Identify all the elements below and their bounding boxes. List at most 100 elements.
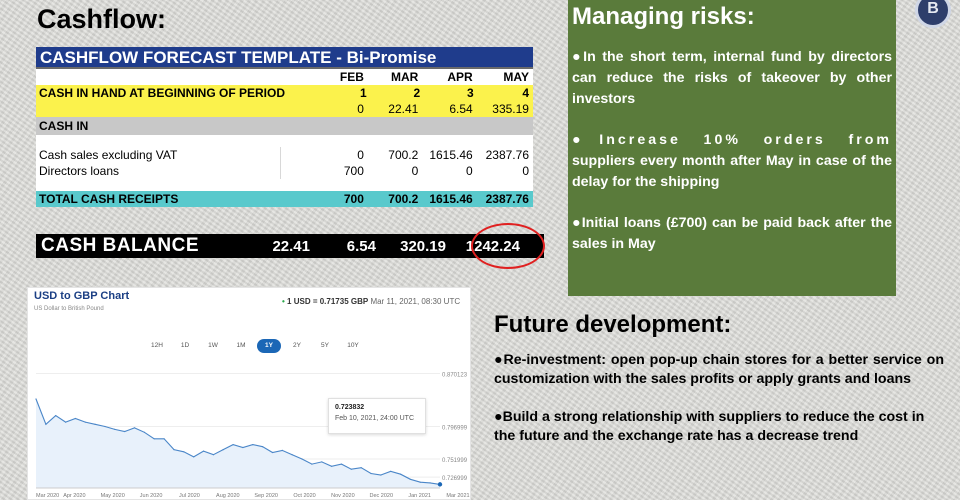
- month-header: MAY: [503, 70, 529, 84]
- data-point: [153, 438, 155, 440]
- x-tick-label: Mar 2021: [446, 493, 469, 499]
- data-point: [104, 425, 106, 428]
- y-tick-label: 0.870123: [442, 373, 468, 379]
- row-label: Directors loans: [36, 163, 281, 179]
- x-tick-label: Oct 2020: [293, 493, 315, 499]
- data-point: [94, 423, 96, 425]
- range-button-12h[interactable]: 12H: [145, 339, 169, 353]
- data-point: [252, 444, 254, 446]
- future-item: ●Re-investment: open pop-up chain stores…: [494, 352, 944, 387]
- month-header: FEB: [339, 70, 364, 84]
- data-point: [114, 428, 116, 430]
- x-tick-label: Dec 2020: [369, 493, 393, 499]
- range-button-1d[interactable]: 1D: [173, 339, 197, 353]
- row-label: Cash sales excluding VAT: [36, 147, 281, 163]
- data-point: [84, 421, 86, 423]
- x-tick-label: Apr 2020: [63, 493, 85, 499]
- data-point: [212, 454, 214, 456]
- cash-in-label: CASH IN: [39, 119, 89, 133]
- data-point: [301, 458, 303, 460]
- managing-risks-panel: Managing risks: ●In the short term, inte…: [568, 0, 896, 296]
- period-number: 3: [466, 86, 474, 100]
- y-tick-label: 0.796999: [442, 425, 468, 431]
- usd-gbp-chart: 0.870123 0.796999 0.751999 0.726999 Mar 2020…: [27, 287, 471, 500]
- range-selector: 12H 1D 1W 1M 1Y 2Y 5Y 10Y: [145, 339, 365, 353]
- period-number: 4: [522, 86, 529, 100]
- x-tick-label: Nov 2020: [331, 493, 355, 499]
- tooltip-date: Feb 10, 2021, 24:00 UTC: [335, 415, 414, 422]
- x-tick-label: Jan 2021: [408, 493, 431, 499]
- data-point: [360, 467, 362, 469]
- range-button-5y[interactable]: 5Y: [313, 339, 337, 353]
- data-point: [193, 456, 195, 458]
- total-cash-receipts-row: TOTAL CASH RECEIPTS 700 700.2 1615.46 23…: [36, 191, 533, 207]
- cell-value: 0: [411, 164, 419, 178]
- cashflow-spreadsheet: CASHFLOW FORECAST TEMPLATE - Bi-Promise …: [36, 47, 533, 207]
- table-row: Cash sales excluding VAT 0 700.2 1615.46…: [36, 147, 533, 163]
- total-value: 700.2: [388, 192, 419, 206]
- data-point: [124, 430, 126, 433]
- total-value: 700: [343, 192, 364, 206]
- opening-values-row: 0 22.41 6.54 335.19: [36, 101, 533, 117]
- fx-chart-plot: 0.870123 0.796999 0.751999 0.726999 Mar 2020…: [35, 373, 470, 499]
- y-tick-label: 0.726999: [442, 476, 468, 482]
- data-point: [429, 482, 431, 484]
- chart-tooltip: 0.723832 Feb 10, 2021, 24:00 UTC: [328, 398, 426, 434]
- x-tick-label: Mar 2020: [36, 493, 59, 499]
- brand-logo: B: [915, 0, 951, 28]
- data-point: [271, 451, 274, 454]
- cashflow-heading: Cashflow:: [37, 4, 167, 34]
- opening-value: 335.19: [492, 102, 529, 116]
- rate-readout: • 1 USD = 0.71735 GBP Mar 11, 2021, 08:3…: [282, 297, 460, 306]
- future-title: Future development:: [494, 311, 732, 338]
- cash-balance-value: 6.54: [346, 237, 376, 255]
- current-point-marker: [437, 482, 443, 487]
- data-point: [370, 472, 372, 475]
- range-button-2y[interactable]: 2Y: [285, 339, 309, 353]
- cell-value: 700.2: [388, 148, 419, 162]
- data-point: [202, 450, 205, 452]
- cell-value: 0: [357, 148, 364, 162]
- chart-subtitle: US Dollar to British Pound: [34, 306, 104, 312]
- data-point: [400, 473, 402, 475]
- data-point: [340, 463, 343, 465]
- data-point: [65, 421, 67, 423]
- risk-item: ●Increase 10% orders from suppliers ever…: [572, 132, 892, 190]
- data-point: [242, 446, 244, 449]
- range-button-1w[interactable]: 1W: [201, 339, 225, 353]
- risks-title: Managing risks:: [572, 3, 755, 30]
- data-point: [74, 417, 76, 420]
- x-tick-label: May 2020: [101, 493, 125, 499]
- month-header: APR: [447, 70, 473, 84]
- data-point: [183, 451, 185, 453]
- cash-balance-bar: CASH BALANCE 22.41 6.54 320.19 1242.24: [36, 234, 544, 258]
- data-point: [35, 398, 37, 400]
- cash-balance-value: 22.41: [272, 237, 310, 255]
- sheet-title: CASHFLOW FORECAST TEMPLATE - Bi-Promise: [36, 47, 533, 69]
- opening-value: 6.54: [449, 102, 473, 116]
- cash-in-row: CASH IN: [36, 117, 533, 135]
- x-tick-label: Jul 2020: [179, 493, 200, 499]
- data-point: [311, 463, 313, 465]
- range-button-1y[interactable]: 1Y: [257, 339, 281, 353]
- range-button-1m[interactable]: 1M: [229, 339, 253, 353]
- cash-in-hand-label: CASH IN HAND AT BEGINNING OF PERIOD: [39, 86, 286, 100]
- data-point: [331, 465, 333, 467]
- data-point: [55, 415, 57, 417]
- total-value: 2387.76: [485, 192, 529, 206]
- data-point: [173, 449, 175, 451]
- opening-value: 0: [357, 102, 364, 116]
- risk-item: ●Initial loans (£700) can be paid back a…: [572, 215, 892, 252]
- cash-balance-label: CASH BALANCE: [41, 235, 199, 256]
- data-point: [222, 449, 224, 451]
- live-dot-icon: •: [282, 297, 285, 306]
- month-header: MAR: [390, 70, 419, 84]
- data-point: [143, 431, 145, 433]
- total-label: TOTAL CASH RECEIPTS: [39, 192, 179, 206]
- range-button-10y[interactable]: 10Y: [341, 339, 365, 353]
- tooltip-value: 0.723832: [335, 404, 365, 411]
- rate-text: 1 USD = 0.71735 GBP: [287, 297, 369, 306]
- risk-item: ●In the short term, internal fund by dir…: [572, 49, 892, 107]
- cell-value: 700: [343, 164, 364, 178]
- data-point: [45, 423, 47, 425]
